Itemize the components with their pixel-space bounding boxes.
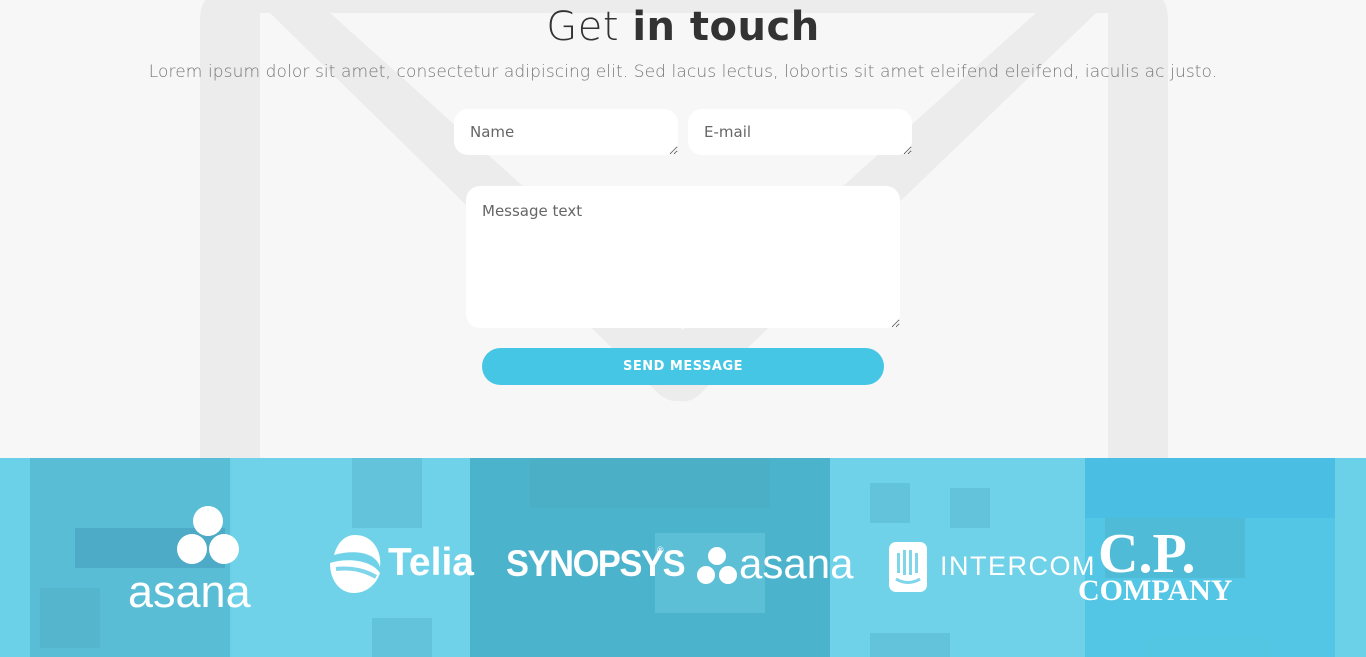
partner-subname: COMPANY [1078,574,1233,607]
send-message-button[interactable]: SEND MESSAGE [482,348,884,385]
partner-name: INTERCOM [940,551,1096,581]
partner-logo-asana: asana [697,540,862,591]
telia-sphere-icon [330,535,381,593]
name-field[interactable] [454,109,678,155]
asana-dots-icon [697,547,737,584]
asana-dots-icon [177,506,239,564]
registered-mark-icon: ® [657,545,664,555]
intercom-icon [889,542,927,592]
partner-name: asana [739,540,854,587]
contact-subtitle: Lorem ipsum dolor sit amet, consectetur … [148,62,1218,82]
partner-logo-intercom: INTERCOM [888,541,1095,596]
contact-section: Get in touch Lorem ipsum dolor sit amet,… [0,0,1366,458]
partner-logo-telia: Telia [326,533,476,598]
partners-section: asana Telia SYNOPSYS ® asana INTERCOM C.… [0,458,1366,657]
partner-logo-cp-company: C.P. COMPANY [1076,523,1241,611]
message-field[interactable] [466,186,900,328]
partner-logo-synopsys: SYNOPSYS ® [506,543,686,593]
partner-name: Telia [388,541,474,584]
email-field[interactable] [688,109,912,155]
page-title: Get in touch [0,4,1366,50]
partner-name: asana [128,566,251,617]
title-light: Get [546,4,620,50]
partner-logo-asana: asana [128,504,288,617]
title-bold: in touch [632,4,820,50]
